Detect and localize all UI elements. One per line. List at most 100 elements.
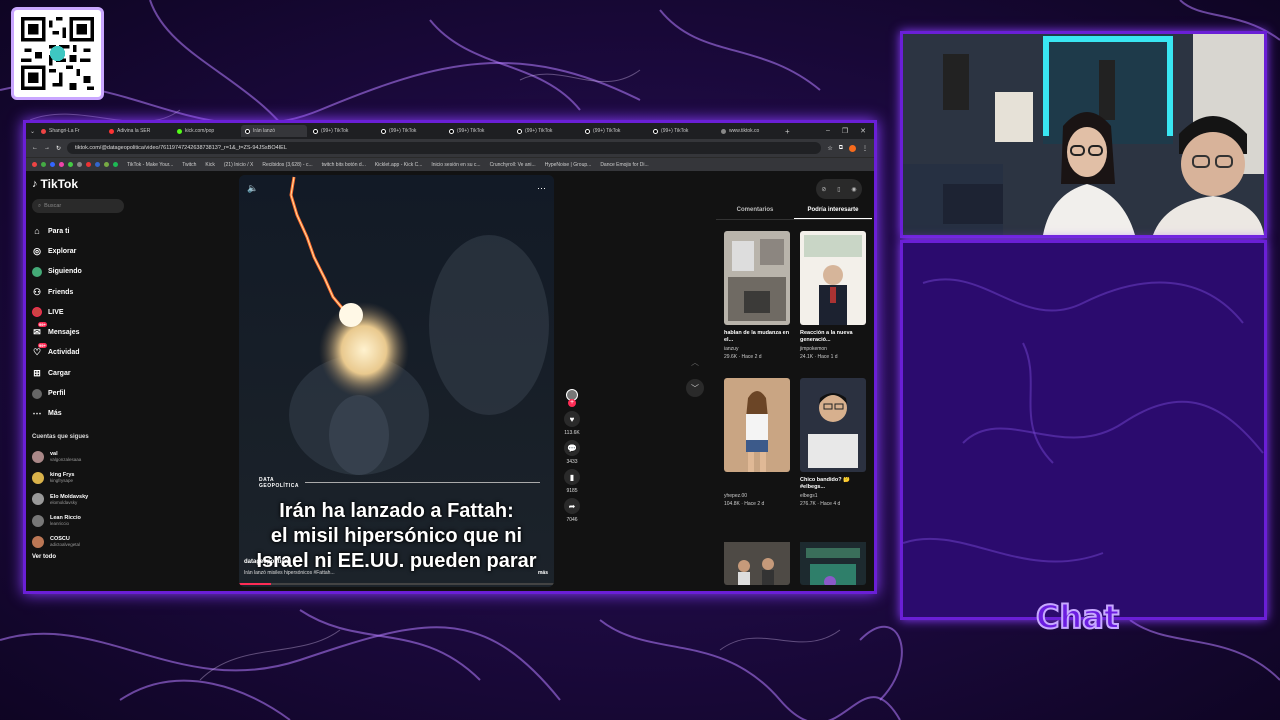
nav-item-cargar[interactable]: ⊞ Cargar bbox=[32, 363, 142, 383]
bookmark-item[interactable]: Twitch bbox=[182, 162, 196, 168]
tab-comentarios[interactable]: Comentarios bbox=[716, 207, 794, 219]
minimize-icon[interactable]: – bbox=[826, 127, 830, 135]
nav-label: Para ti bbox=[48, 227, 70, 235]
save-button[interactable]: ▮ 9185 bbox=[564, 469, 580, 496]
user-avatar-icon[interactable]: ◉ bbox=[851, 186, 856, 193]
video-author[interactable]: datageopolitica bbox=[244, 559, 288, 565]
tab-list-icon[interactable]: ⌄ bbox=[30, 128, 35, 135]
followed-account[interactable]: Elo Moldavsky elomoldavsky bbox=[32, 489, 142, 510]
bookmark-item[interactable]: HypeNoise | Group... bbox=[545, 162, 592, 168]
account-name: Elo Moldavsky bbox=[50, 493, 89, 500]
browser-tab[interactable]: kick.com/pop bbox=[173, 125, 239, 137]
comment-button[interactable]: 💬 3433 bbox=[564, 440, 580, 467]
extensions-icon[interactable]: ⧉ bbox=[839, 145, 843, 152]
recommendation-card[interactable] bbox=[800, 525, 866, 585]
nav-item-siguiendo[interactable]: Siguiendo bbox=[32, 262, 142, 282]
followed-account[interactable]: king Frys kingfrysape bbox=[32, 467, 142, 488]
tab-label: (99+) TikTok bbox=[593, 128, 621, 134]
creator-avatar[interactable] bbox=[566, 389, 578, 407]
account-handle: kingfrysape bbox=[50, 478, 74, 484]
video-player[interactable]: 🔈 ⋯ DATA GEOPOLÍTICA Irán ha lanzado a F… bbox=[239, 175, 554, 587]
recommendation-card[interactable]: yhepez.00 104.8K · Hace 2 d bbox=[724, 378, 790, 525]
more-link[interactable]: más bbox=[538, 570, 548, 576]
browser-tab[interactable]: (99+) TikTok bbox=[377, 125, 443, 137]
new-tab-icon[interactable]: + bbox=[785, 127, 790, 136]
tiktok-logo[interactable]: ♪ TikTok bbox=[32, 177, 142, 191]
see-all-link[interactable]: Ver todo bbox=[32, 554, 142, 560]
search-input[interactable]: ⌕ Buscar bbox=[32, 199, 124, 213]
tab-podria-interesarte[interactable]: Podría interesarte bbox=[794, 207, 872, 219]
bookmark-item[interactable]: Kick bbox=[205, 162, 214, 168]
bookmark-app-icons[interactable] bbox=[32, 162, 118, 167]
nav-item-explorar[interactable]: ◎ Explorar bbox=[32, 241, 142, 261]
browser-tab-active[interactable]: Irán lanzó bbox=[241, 125, 308, 137]
browser-tab[interactable]: (99+) TikTok bbox=[445, 125, 511, 137]
profile-avatar-icon[interactable] bbox=[849, 144, 856, 152]
followed-account[interactable]: COSCU adictoalvegetal bbox=[32, 531, 142, 552]
browser-tab[interactable]: (99+) TikTok bbox=[309, 125, 375, 137]
close-icon[interactable]: ✕ bbox=[860, 127, 866, 135]
watermark-divider bbox=[305, 482, 540, 483]
star-icon[interactable]: ☆ bbox=[827, 145, 832, 152]
nav-item-para-ti[interactable]: ⌂ Para ti bbox=[32, 221, 142, 241]
card-meta: 29.6K · Hace 2 d bbox=[724, 354, 762, 360]
browser-tab[interactable]: (99+) TikTok bbox=[581, 125, 647, 137]
browser-tab[interactable]: (99+) TikTok bbox=[513, 125, 579, 137]
followed-account[interactable]: Lean Riccio leanriccio bbox=[32, 510, 142, 531]
recommendation-card[interactable]: Reacción a la nueva generació... jimpoke… bbox=[800, 231, 866, 378]
nav-item-friends[interactable]: ⚇ Friends bbox=[32, 282, 142, 302]
browser-tab[interactable]: Shangri-La Fr bbox=[37, 125, 103, 137]
forward-icon[interactable]: → bbox=[44, 145, 50, 151]
video-thumbnail bbox=[800, 231, 866, 325]
account-handle: valgonzalesaaa bbox=[50, 457, 82, 463]
tab-label: kick.com/pop bbox=[185, 128, 215, 134]
nav-item-mensajes[interactable]: ✉ Mensajes 99+ bbox=[32, 322, 142, 342]
tab-label: (99+) TikTok bbox=[525, 128, 553, 134]
nav-label: Explorar bbox=[48, 247, 77, 255]
coin-icon[interactable]: ⊘ bbox=[821, 186, 826, 193]
bookmark-item[interactable]: Recibidos (3,628) - c... bbox=[262, 162, 312, 168]
bookmark-item[interactable]: Dance Emojis for Di... bbox=[600, 162, 648, 168]
recommendation-card[interactable]: hablan de la mudanza en el... ianzuy 29.… bbox=[724, 231, 790, 378]
previous-video-button[interactable]: ︿ bbox=[686, 353, 704, 371]
nav-item-perfil[interactable]: Perfil bbox=[32, 383, 142, 403]
webcam-feed bbox=[900, 31, 1267, 238]
nav-label: Actividad bbox=[48, 349, 80, 357]
home-icon: ⌂ bbox=[34, 226, 40, 237]
comment-count: 3433 bbox=[566, 459, 578, 465]
device-icon[interactable]: ▯ bbox=[837, 186, 840, 193]
menu-icon[interactable]: ⋮ bbox=[862, 145, 868, 152]
volume-icon[interactable]: 🔈 bbox=[247, 183, 258, 194]
like-button[interactable]: ♥ 113.6K bbox=[564, 411, 580, 438]
url-field[interactable]: tiktok.com/@datageopolitica/video/761197… bbox=[67, 142, 822, 154]
bookmark-item[interactable]: Kicklet.app - Kick C... bbox=[375, 162, 423, 168]
video-options-icon[interactable]: ⋯ bbox=[537, 183, 546, 194]
right-tabs: Comentarios Podría interesarte bbox=[716, 207, 872, 219]
bookmark-item[interactable]: Crunchyroll: Ve ani... bbox=[490, 162, 536, 168]
nav-item-live[interactable]: LIVE bbox=[32, 302, 142, 322]
avatar bbox=[32, 493, 44, 506]
bookmark-item[interactable]: twitch bits botón d... bbox=[322, 162, 366, 168]
notification-badge: 99+ bbox=[38, 342, 47, 348]
card-meta: 276.7K · Hace 4 d bbox=[800, 501, 841, 507]
account-handle: elomoldavsky bbox=[50, 499, 78, 505]
nav-item-mas[interactable]: ⋯ Más bbox=[32, 404, 142, 424]
bookmark-item[interactable]: Inicio sesión en su c... bbox=[431, 162, 480, 168]
nav-label: Más bbox=[48, 410, 62, 418]
recommendation-card[interactable] bbox=[724, 525, 790, 585]
browser-tab[interactable]: (99+) TikTok bbox=[649, 125, 715, 137]
nav-item-actividad[interactable]: ♡ Actividad 99+ bbox=[32, 342, 142, 363]
avatar bbox=[32, 535, 44, 548]
video-progress-bar[interactable] bbox=[239, 583, 554, 585]
browser-tab[interactable]: www.tiktok.co bbox=[717, 125, 783, 137]
maximize-icon[interactable]: ❐ bbox=[842, 127, 848, 135]
bookmark-item[interactable]: (21) Inicio / X bbox=[224, 162, 253, 168]
next-video-button[interactable]: ﹀ bbox=[686, 379, 704, 397]
bookmark-item[interactable]: TikTok - Make Your... bbox=[127, 162, 173, 168]
share-button[interactable]: ➦ 7046 bbox=[564, 498, 580, 525]
recommendation-card[interactable]: Chico bandido? 🤔 #elbegs... elbegs1 276.… bbox=[800, 378, 866, 525]
reload-icon[interactable]: ↻ bbox=[56, 145, 61, 152]
followed-account[interactable]: val valgonzalesaaa bbox=[32, 446, 142, 467]
browser-tab[interactable]: Adivina la SER bbox=[105, 125, 171, 137]
back-icon[interactable]: ← bbox=[32, 145, 38, 151]
